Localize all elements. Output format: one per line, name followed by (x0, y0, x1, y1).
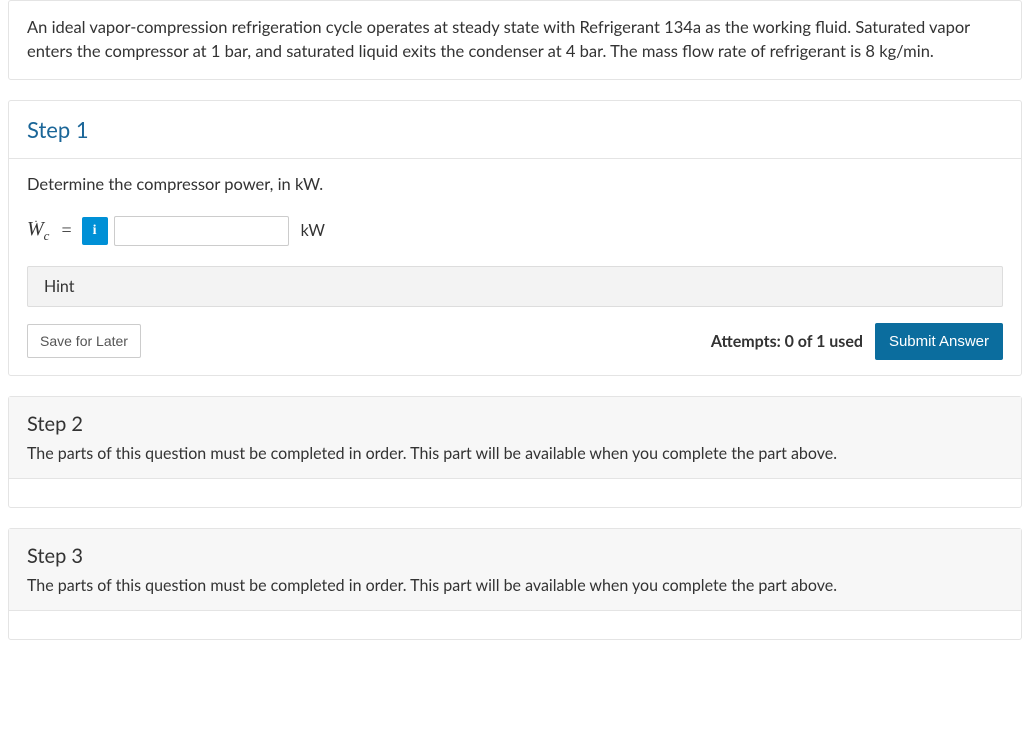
equals-sign: = (61, 220, 71, 241)
unit-label: kW (301, 221, 325, 240)
step2-body (9, 479, 1021, 507)
step1-panel: Step 1 Determine the compressor power, i… (8, 100, 1022, 376)
step3-body (9, 611, 1021, 639)
step2-title: Step 2 (27, 412, 1003, 436)
dot-accent: · (34, 214, 38, 229)
attempts-label: Attempts: 0 of 1 used (711, 332, 863, 351)
right-actions: Attempts: 0 of 1 used Submit Answer (711, 323, 1003, 360)
action-row: Save for Later Attempts: 0 of 1 used Sub… (27, 323, 1003, 360)
problem-statement: An ideal vapor-compression refrigeration… (27, 16, 1003, 64)
variable-label: · Wc (27, 218, 51, 244)
save-for-later-button[interactable]: Save for Later (27, 324, 141, 358)
step3-panel: Step 3 The parts of this question must b… (8, 528, 1022, 640)
step3-title: Step 3 (27, 544, 1003, 568)
answer-row: · Wc = i kW (27, 216, 1003, 246)
variable-subscript: c (44, 228, 50, 243)
step1-header: Step 1 (9, 101, 1021, 159)
problem-panel: An ideal vapor-compression refrigeration… (8, 0, 1022, 80)
step1-question: Determine the compressor power, in kW. (27, 174, 1003, 194)
step2-panel: Step 2 The parts of this question must b… (8, 396, 1022, 508)
step3-locked-message: The parts of this question must be compl… (27, 576, 1003, 595)
step2-locked-message: The parts of this question must be compl… (27, 444, 1003, 463)
answer-input[interactable] (114, 216, 289, 246)
submit-answer-button[interactable]: Submit Answer (875, 323, 1003, 360)
info-icon[interactable]: i (82, 217, 108, 245)
step3-header: Step 3 The parts of this question must b… (9, 529, 1021, 611)
step1-title: Step 1 (27, 116, 1003, 143)
step2-header: Step 2 The parts of this question must b… (9, 397, 1021, 479)
hint-button[interactable]: Hint (27, 266, 1003, 307)
